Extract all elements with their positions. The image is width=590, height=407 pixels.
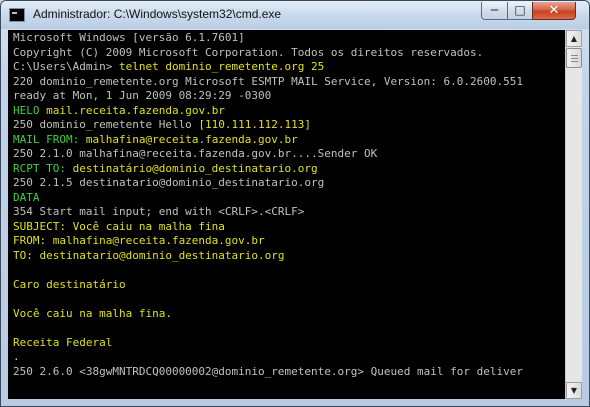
console-text: Receita Federal <box>13 335 113 349</box>
console-line: Copyright (C) 2009 Microsoft Corporation… <box>13 46 483 60</box>
console-output[interactable]: Microsoft Windows [versão 6.1.7601] Copyr… <box>8 30 565 399</box>
console-text: MAIL FROM: <box>13 132 86 146</box>
maximize-button[interactable]: □ <box>507 2 533 20</box>
console-line: MAIL FROM: malhafina@receita.fazenda.gov… <box>13 133 298 147</box>
console-line: HELO mail.receita.fazenda.gov.br <box>13 104 225 118</box>
scroll-down-button[interactable]: ▼ <box>566 382 582 399</box>
console-text: telnet dominio_remetente.org 25 <box>118 60 325 73</box>
console-line: Caro destinatário <box>13 278 126 292</box>
minimize-icon: ─ <box>490 3 499 17</box>
minimize-button[interactable]: ─ <box>481 2 508 20</box>
console-line: Receita Federal <box>13 336 112 350</box>
grip-line-icon <box>571 55 578 56</box>
console-text: destinatário@dominio_destinatario.org <box>72 161 318 175</box>
close-button[interactable]: ✕ <box>532 2 576 20</box>
console-line: SUBJECT: Você caiu na malha fina <box>13 220 225 234</box>
console-line: RCPT TO: destinatário@dominio_destinatar… <box>13 162 318 176</box>
maximize-icon: □ <box>514 3 526 17</box>
console-line: FROM: malhafina@receita.fazenda.gov.br <box>13 234 265 248</box>
console-text: Copyright (C) 2009 Microsoft Corporation… <box>13 45 484 59</box>
grip-line-icon <box>571 61 578 62</box>
console-text: C:\Users\Admin> <box>13 60 119 73</box>
console-text: SUBJECT: Você caiu na malha fina <box>13 219 225 233</box>
console-text: malhafina@receita.fazenda.gov.br <box>85 132 298 146</box>
console-line: 250 2.1.5 destinatario@dominio_destinata… <box>13 176 324 190</box>
scroll-up-button[interactable]: ▲ <box>566 30 582 47</box>
console-line: C:\Users\Admin> telnet dominio_remetente… <box>13 60 324 74</box>
console-text: ready at Mon, 1 Jun 2009 08:29:29 -0300 <box>13 89 272 102</box>
close-icon: ✕ <box>548 3 560 18</box>
console-text: Microsoft Windows [versão 6.1.7601] <box>13 31 245 44</box>
console-line: ready at Mon, 1 Jun 2009 08:29:29 -0300 <box>13 89 271 103</box>
console-text: FROM: malhafina@receita.fazenda.gov.br <box>13 234 265 247</box>
console-line: . <box>13 350 20 364</box>
arrow-down-icon: ▼ <box>570 386 578 395</box>
console-text: [110.111.112.113] <box>198 118 312 131</box>
console-text: 354 Start mail input; end with <CRLF>.<C… <box>13 205 305 218</box>
console-line: 250 dominio_remetente Hello [110.111.112… <box>13 118 311 132</box>
console-line: 354 Start mail input; end with <CRLF>.<C… <box>13 205 304 219</box>
console-text: Você caiu na malha fina. <box>13 306 172 320</box>
console-text: Caro destinatário <box>13 277 126 291</box>
console-text: HELO <box>13 103 47 117</box>
console-line: TO: destinatario@dominio_destinatario.or… <box>13 249 285 263</box>
console-text: 250 2.1.0 malhafina@receita.fazenda.gov.… <box>13 147 378 160</box>
console-text: 250 2.1.5 destinatario@dominio_destinata… <box>13 176 325 189</box>
console-text: RCPT TO: <box>13 161 73 175</box>
scroll-thumb[interactable] <box>566 48 582 68</box>
cmd-app-icon[interactable] <box>9 8 25 22</box>
window-title: Administrador: C:\Windows\system32\cmd.e… <box>33 7 282 21</box>
grip-line-icon <box>571 58 578 59</box>
console-text: . <box>13 350 20 363</box>
arrow-up-icon: ▲ <box>570 34 578 43</box>
console-text: 250 dominio_remetente Hello <box>13 118 199 131</box>
console-line: 220 dominio_remetente.org Microsoft ESMT… <box>13 75 523 89</box>
console-line: 250 2.6.0 <38gwMNTRDCQ00000002@dominio_r… <box>13 365 523 379</box>
console-text: TO: destinatario@dominio_destinatario.or… <box>13 248 285 262</box>
console-line: Você caiu na malha fina. <box>13 307 172 321</box>
console-text: mail.receita.fazenda.gov.br <box>46 103 225 117</box>
console-text: 250 2.6.0 <38gwMNTRDCQ00000002@dominio_r… <box>13 364 523 378</box>
console-text: 220 dominio_remetente.org Microsoft ESMT… <box>13 74 523 88</box>
console-line: DATA <box>13 191 40 205</box>
console-line: 250 2.1.0 malhafina@receita.fazenda.gov.… <box>13 147 377 161</box>
vertical-scrollbar[interactable]: ▲ ▼ <box>565 30 582 399</box>
console-line: Microsoft Windows [versão 6.1.7601] <box>13 31 245 45</box>
console-text: DATA <box>13 190 40 204</box>
cmd-window: Administrador: C:\Windows\system32\cmd.e… <box>0 0 590 407</box>
